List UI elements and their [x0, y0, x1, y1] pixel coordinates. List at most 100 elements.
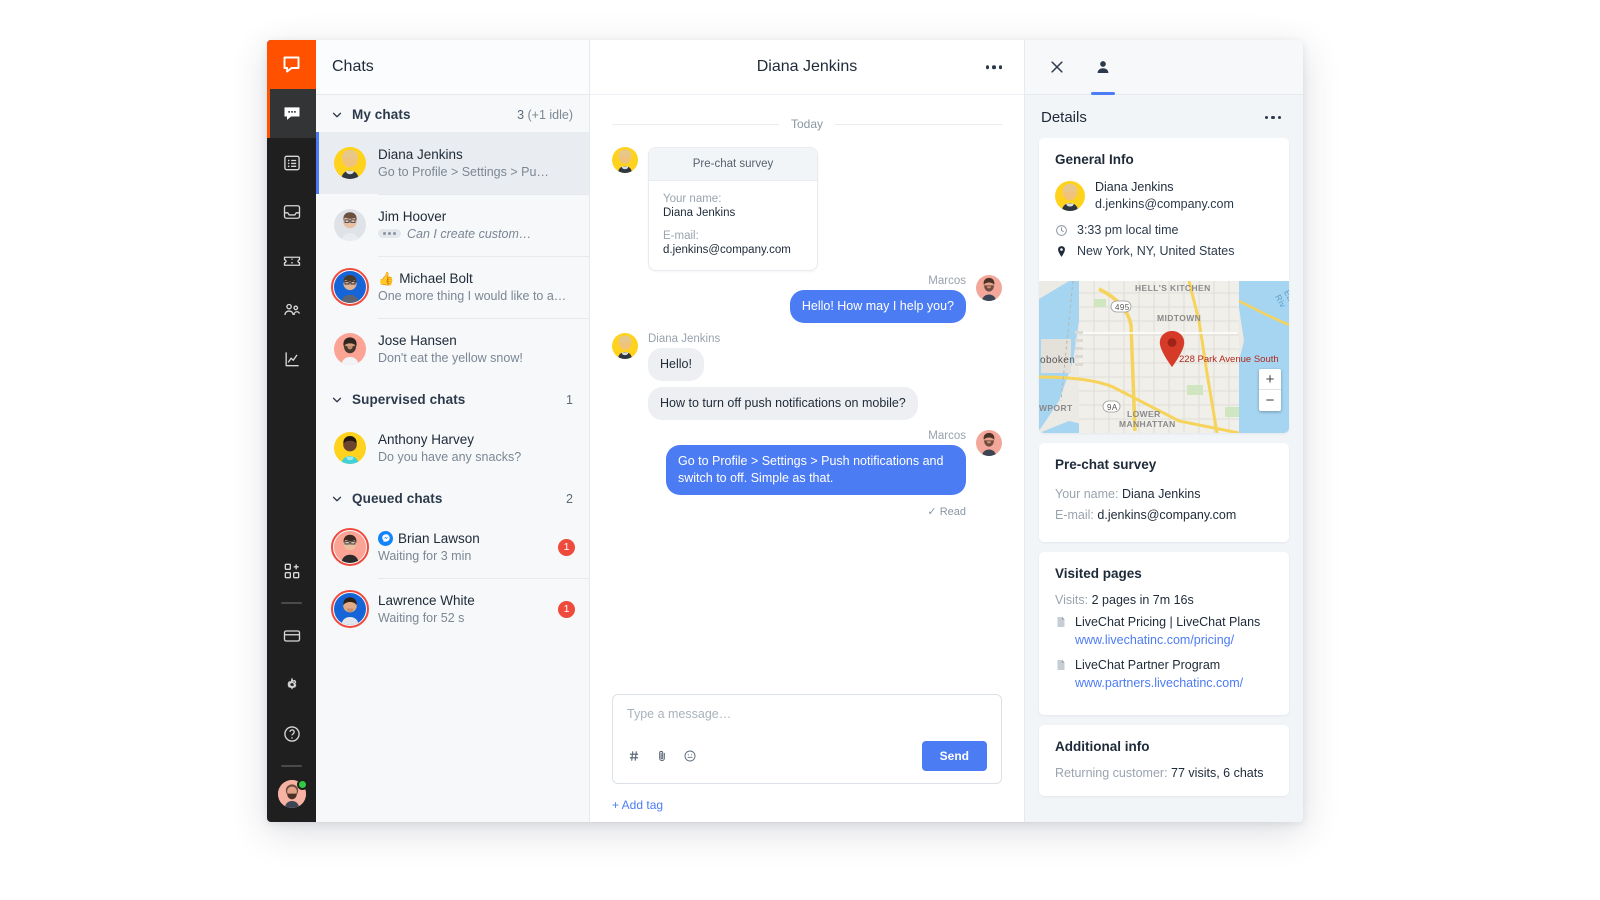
chat-list-item[interactable]: Anthony HarveyDo you have any snacks?	[316, 417, 589, 479]
customer-identity: Diana Jenkins d.jenkins@company.com	[1055, 179, 1273, 213]
tab-customer-details[interactable]	[1085, 40, 1121, 95]
map-label-manhattan: MANHATTAN	[1119, 419, 1176, 429]
map-label-495: 495	[1115, 303, 1130, 312]
livechat-logo-icon[interactable]	[267, 40, 316, 89]
map-label-lower: LOWER	[1127, 409, 1161, 419]
visited-pages-heading: Visited pages	[1055, 566, 1273, 581]
general-info-body: General Info Diana Jenkins d.jenkins@com…	[1039, 138, 1289, 281]
visited-page-item[interactable]: LiveChat Pricing | LiveChat Planswww.liv…	[1055, 613, 1273, 649]
details-scroll-area[interactable]: General Info Diana Jenkins d.jenkins@com…	[1025, 138, 1303, 822]
customer-avatar	[1055, 181, 1085, 211]
chat-group-count: 2	[566, 492, 573, 506]
chat-avatar	[334, 333, 366, 365]
rail-item-settings[interactable]	[267, 660, 316, 709]
visited-page-url[interactable]: www.partners.livechatinc.com/	[1075, 676, 1243, 690]
location-text: New York, NY, United States	[1077, 244, 1235, 258]
map-zoom-controls[interactable]: + −	[1259, 369, 1281, 411]
details-panel: Details General Info Diana Jenkins	[1025, 40, 1303, 822]
avatar-image	[334, 333, 366, 365]
chat-preview-text: Do you have any snacks?	[378, 448, 521, 466]
map-zoom-out-button[interactable]: −	[1259, 390, 1281, 411]
close-icon[interactable]	[1039, 40, 1075, 95]
message-input[interactable]	[627, 707, 987, 741]
visited-page-url[interactable]: www.livechatinc.com/pricing/	[1075, 633, 1234, 647]
visited-page-item[interactable]: LiveChat Partner Programwww.partners.liv…	[1055, 656, 1273, 692]
chat-list-item[interactable]: Jose HansenDon't eat the yellow snow!	[316, 318, 589, 380]
chat-item-name-row: Anthony Harvey	[378, 431, 575, 448]
chat-item-preview: Do you have any snacks?	[378, 448, 575, 466]
message-row: Diana JenkinsHello!How to turn off push …	[612, 333, 1002, 426]
map-label-newport: WPORT	[1039, 403, 1073, 413]
chevron-down-icon	[330, 492, 344, 506]
prechat-survey-body: Pre-chat survey Your name: Diana Jenkins…	[1039, 443, 1289, 542]
message-avatar	[976, 275, 1002, 301]
rail-item-inbox[interactable]	[267, 187, 316, 236]
message-column: MarcosGo to Profile > Settings > Push no…	[666, 430, 966, 501]
rail-item-reports[interactable]	[267, 334, 316, 383]
chat-list-item[interactable]: Brian LawsonWaiting for 3 min1	[316, 516, 589, 578]
chat-list-item[interactable]: Lawrence WhiteWaiting for 52 s1	[316, 578, 589, 640]
rail-item-help[interactable]	[267, 709, 316, 758]
emoji-icon[interactable]	[683, 749, 697, 763]
rail-item-list	[267, 89, 316, 383]
add-tag-link[interactable]: + Add tag	[590, 790, 1024, 822]
visited-pages-card: Visited pages Visits: 2 pages in 7m 16s …	[1039, 552, 1289, 715]
online-status-dot	[297, 779, 308, 790]
chat-list-body[interactable]: My chats3 (+1 idle) Diana JenkinsGo to Pr…	[316, 95, 589, 822]
paperclip-icon[interactable]	[655, 749, 669, 763]
chat-preview-text: Go to Profile > Settings > Pu…	[378, 163, 549, 181]
avatar-image	[976, 443, 1002, 456]
more-options-icon[interactable]	[980, 59, 1009, 75]
returning-customer-row: Returning customer: 77 visits, 6 chats	[1055, 766, 1273, 780]
chat-list-item[interactable]: 👍Michael BoltOne more thing I would like…	[316, 256, 589, 318]
thumbs-up-icon: 👍	[378, 272, 394, 285]
chat-group-header-my-chats[interactable]: My chats3 (+1 idle)	[316, 95, 589, 132]
hash-icon[interactable]	[627, 749, 641, 763]
rail-item-chats[interactable]	[267, 89, 316, 138]
visited-pages-list: LiveChat Pricing | LiveChat Planswww.liv…	[1055, 613, 1273, 692]
message-row: MarcosGo to Profile > Settings > Push no…	[612, 430, 1002, 501]
chat-group-header-supervised-chats[interactable]: Supervised chats1	[316, 380, 589, 417]
unread-badge: 1	[558, 539, 575, 556]
separator-line-left	[612, 124, 779, 125]
separator-line-right	[835, 124, 1002, 125]
rail-item-tickets[interactable]	[267, 236, 316, 285]
chat-group-label: Supervised chats	[352, 392, 465, 407]
chat-group-header-queued-chats[interactable]: Queued chats 2	[316, 479, 589, 516]
rail-item-apps[interactable]	[267, 546, 316, 595]
current-agent-avatar[interactable]	[278, 780, 306, 808]
prechat-row-key: E-mail:	[1055, 508, 1094, 522]
chat-list-item[interactable]: Jim HooverCan I create custom…	[316, 194, 589, 256]
chat-item-name-row: 👍Michael Bolt	[378, 270, 575, 287]
message-list: MarcosHello! How may I help you?Diana Je…	[612, 275, 1002, 518]
chat-item-name: Brian Lawson	[398, 530, 480, 547]
send-button[interactable]: Send	[922, 741, 987, 771]
chat-item-preview: Waiting for 3 min	[378, 547, 558, 565]
avatar-image	[612, 346, 638, 359]
survey-card-header: Pre-chat survey	[649, 148, 817, 181]
typing-indicator-icon	[378, 229, 401, 238]
composer-wrapper: Send	[590, 694, 1024, 790]
survey-card-body: Your name:Diana JenkinsE-mail:d.jenkins@…	[649, 181, 817, 270]
chat-item-texts: Diana JenkinsGo to Profile > Settings > …	[378, 146, 575, 181]
chat-item-name: Diana Jenkins	[378, 146, 463, 163]
chat-list-item[interactable]: Diana JenkinsGo to Profile > Settings > …	[316, 132, 589, 194]
chat-group-label: Queued chats	[352, 491, 442, 506]
rail-item-billing[interactable]	[267, 611, 316, 660]
clock-icon	[1055, 224, 1068, 237]
rail-item-archives[interactable]	[267, 138, 316, 187]
avatar-image	[976, 288, 1002, 301]
customer-location-map[interactable]: HELL'S KITCHEN MIDTOWN oboken WPORT LOWE…	[1039, 281, 1289, 433]
rail-item-team[interactable]	[267, 285, 316, 334]
visits-label: Visits:	[1055, 593, 1088, 607]
location-row: New York, NY, United States	[1055, 244, 1273, 258]
chevron-down-icon	[330, 108, 344, 122]
chat-preview-text: One more thing I would like to a…	[378, 287, 566, 305]
map-zoom-in-button[interactable]: +	[1259, 369, 1281, 390]
rail-divider-2	[281, 765, 302, 767]
chat-item-texts: Jim HooverCan I create custom…	[378, 208, 575, 243]
details-more-options-icon[interactable]	[1259, 110, 1288, 126]
message-composer[interactable]: Send	[612, 694, 1002, 784]
additional-info-body: Additional info Returning customer: 77 v…	[1039, 725, 1289, 796]
details-tabbar	[1025, 40, 1303, 95]
